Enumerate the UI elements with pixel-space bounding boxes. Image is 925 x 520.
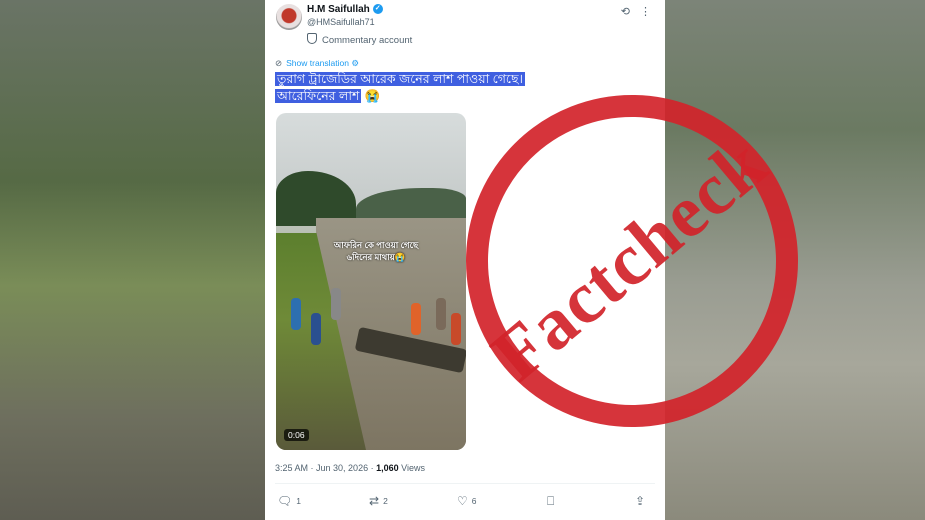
share-icon: ⇪ [635, 494, 646, 508]
shield-icon [307, 33, 317, 44]
video-caption-line2: ৬দিনের মাথায়😭 [346, 252, 406, 262]
repost-icon: ⇄ [369, 494, 380, 508]
post-time[interactable]: 3:25 AM [275, 463, 308, 473]
post-text: তুরাগ ট্রাজেডির আরেক জনের লাশ পাওয়া গেছ… [275, 71, 526, 105]
divider [275, 483, 655, 484]
verified-badge-icon: ✓ [372, 4, 383, 15]
post-date[interactable]: Jun 30, 2026 [316, 463, 368, 473]
avatar[interactable] [276, 4, 302, 30]
share-button[interactable]: ⇪ [635, 494, 649, 508]
post-meta: 3:25 AM · Jun 30, 2026 · 1,060 Views [275, 463, 425, 473]
author-name[interactable]: H.M Saifullah [307, 4, 370, 15]
views-count: 1,060 [376, 463, 399, 473]
video-player[interactable]: আফরিন কে পাওয়া গেছে ৬দিনের মাথায়😭 0:06 [276, 113, 466, 450]
reply-count: 1 [296, 496, 301, 506]
show-translation-link[interactable]: ⊘ Show translation ⚙ [275, 58, 359, 69]
show-translation-label[interactable]: Show translation [286, 58, 349, 68]
views-label: Views [401, 463, 425, 473]
video-caption: আফরিন কে পাওয়া গেছে ৬দিনের মাথায়😭 [316, 239, 436, 263]
post-text-line2: আরেফিনের লাশ [275, 89, 362, 103]
reply-icon: 🗨 [277, 494, 293, 508]
video-duration: 0:06 [284, 429, 309, 441]
background-left-blur [0, 0, 265, 520]
repost-button[interactable]: ⇄ 2 [369, 494, 388, 508]
post-text-line1: তুরাগ ট্রাজেডির আরেক জনের লাশ পাওয়া গেছ… [275, 72, 526, 86]
repost-count: 2 [383, 496, 388, 506]
grok-icon[interactable]: ⟲ [621, 6, 630, 18]
translate-icon: ⊘ [275, 58, 283, 68]
reply-button[interactable]: 🗨 1 [277, 494, 301, 508]
account-label: Commentary account [307, 33, 412, 46]
author-name-row[interactable]: H.M Saifullah ✓ [307, 4, 383, 15]
like-icon: ♡ [457, 494, 468, 508]
like-count: 6 [471, 496, 477, 506]
post-top-actions: ⟲ ⋮ [611, 5, 651, 18]
like-button[interactable]: ♡ 6 [457, 494, 477, 508]
more-icon[interactable]: ⋮ [640, 6, 651, 18]
crying-emoji: 😭 [364, 89, 381, 103]
bookmark-button[interactable]: ⎕ [547, 494, 558, 509]
globe-icon: ⚙ [351, 58, 359, 68]
video-caption-line1: আফরিন কে পাওয়া গেছে [333, 240, 419, 250]
video-frame-people [286, 278, 461, 368]
bookmark-icon: ⎕ [547, 494, 555, 508]
account-label-text: Commentary account [322, 35, 413, 46]
author-handle[interactable]: @HMSaifullah71 [307, 17, 375, 27]
